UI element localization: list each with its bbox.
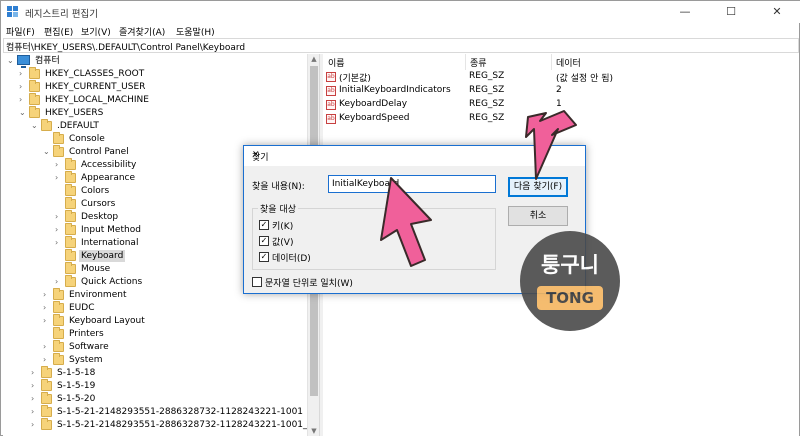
menu-file[interactable]: 파일(F) [6,25,35,38]
chevron-right-icon[interactable]: › [55,172,63,184]
watermark-name: 퉁구니 [541,253,599,277]
computer-icon [17,55,30,68]
string-value-icon: ab [326,86,336,96]
chevron-right-icon[interactable]: › [19,81,27,93]
chevron-right-icon[interactable]: › [43,354,51,366]
folder-icon [53,145,64,157]
chevron-down-icon[interactable]: ⌄ [31,120,39,132]
chevron-right-icon[interactable]: › [19,68,27,80]
column-divider[interactable] [465,54,466,70]
column-header-name[interactable]: 이름 [328,56,345,69]
menu-bar: 파일(F) 편집(E) 보기(V) 즐겨찾기(A) 도움말(H) [1,23,800,38]
chevron-right-icon[interactable]: › [43,341,51,353]
registry-app-icon [7,6,18,17]
chevron-down-icon[interactable]: ⌄ [7,55,15,67]
folder-icon [53,132,64,144]
column-header-data[interactable]: 데이터 [556,56,581,69]
chevron-right-icon[interactable]: › [43,315,51,327]
menu-view[interactable]: 보기(V) [81,25,111,38]
folder-icon [41,379,52,391]
chevron-right-icon[interactable]: › [55,224,63,236]
watermark-tag: TONG [537,286,603,310]
chevron-down-icon[interactable]: ⌄ [43,146,51,158]
checkbox-unchecked-icon[interactable] [252,277,262,287]
folder-icon [65,223,76,235]
folder-icon [41,366,52,378]
look-at-label: 찾을 대상 [258,202,298,215]
address-path: 컴퓨터\HKEY_USERS\.DEFAULT\Control Panel\Ke… [6,43,246,53]
pointer-arrow-icon [380,177,432,267]
value-row[interactable]: ab (기본값) REG_SZ (값 설정 안 됨) [323,71,799,84]
chevron-down-icon[interactable]: ⌄ [19,107,27,119]
find-what-label: 찾을 내용(N): [252,182,305,192]
folder-icon [65,249,76,261]
checkbox-checked-icon[interactable]: ✓ [259,236,269,246]
maximize-button[interactable]: ☐ [708,1,754,23]
folder-icon [53,353,64,365]
value-row[interactable]: ab InitialKeyboardIndicators REG_SZ 2 [323,85,799,98]
chevron-right-icon[interactable]: › [31,367,39,379]
string-value-icon: ab [326,72,336,82]
folder-icon [29,106,40,118]
title-bar: 레지스트리 편집기 — ☐ ✕ [1,1,800,23]
look-at-group: 찾을 대상 ✓ 키(K) ✓ 값(V) ✓ 데이터(D) [252,202,496,270]
folder-icon [29,67,40,79]
scroll-up-icon[interactable]: ▲ [308,54,319,65]
folder-icon [53,314,64,326]
chevron-right-icon[interactable]: › [31,393,39,405]
address-bar[interactable]: 컴퓨터\HKEY_USERS\.DEFAULT\Control Panel\Ke… [3,38,799,53]
folder-icon [65,184,76,196]
folder-icon [29,93,40,105]
chevron-right-icon[interactable]: › [55,276,63,288]
menu-help[interactable]: 도움말(H) [176,25,215,38]
folder-icon [53,301,64,313]
watermark-badge: 퉁구니 TONG [520,231,620,331]
folder-icon [53,288,64,300]
folder-icon [65,197,76,209]
folder-icon [41,392,52,404]
chevron-right-icon[interactable]: › [31,380,39,392]
column-divider[interactable] [551,54,552,70]
menu-edit[interactable]: 편집(E) [44,25,73,38]
folder-icon [65,236,76,248]
window-title: 레지스트리 편집기 [25,9,98,20]
checkbox-checked-icon[interactable]: ✓ [259,252,269,262]
pointer-arrow-icon [525,110,577,180]
column-header-type[interactable]: 종류 [470,56,487,69]
folder-icon [65,171,76,183]
folder-icon [65,275,76,287]
chevron-right-icon[interactable]: › [43,302,51,314]
folder-icon [29,80,40,92]
folder-icon [65,210,76,222]
chevron-right-icon[interactable]: › [31,419,39,431]
folder-icon [53,340,64,352]
menu-favorites[interactable]: 즐겨찾기(A) [119,25,165,38]
folder-icon [41,418,52,430]
chevron-right-icon[interactable]: › [55,211,63,223]
chevron-right-icon[interactable]: › [55,237,63,249]
minimize-button[interactable]: — [662,1,708,23]
chevron-right-icon[interactable]: › [43,289,51,301]
chevron-right-icon[interactable]: › [55,159,63,171]
close-button[interactable]: ✕ [754,1,800,23]
string-value-icon: ab [326,114,336,124]
folder-icon [41,405,52,417]
string-value-icon: ab [326,100,336,110]
folder-icon [65,158,76,170]
folder-icon [53,327,64,339]
chevron-right-icon[interactable]: › [19,94,27,106]
checkbox-checked-icon[interactable]: ✓ [259,220,269,230]
scroll-down-icon[interactable]: ▼ [308,426,319,436]
folder-icon [41,119,52,131]
registry-editor-window: 레지스트리 편집기 — ☐ ✕ 파일(F) 편집(E) 보기(V) 즐겨찾기(A… [0,0,800,436]
folder-icon [65,262,76,274]
cancel-button[interactable]: 취소 [508,206,568,226]
chevron-right-icon[interactable]: › [31,406,39,418]
